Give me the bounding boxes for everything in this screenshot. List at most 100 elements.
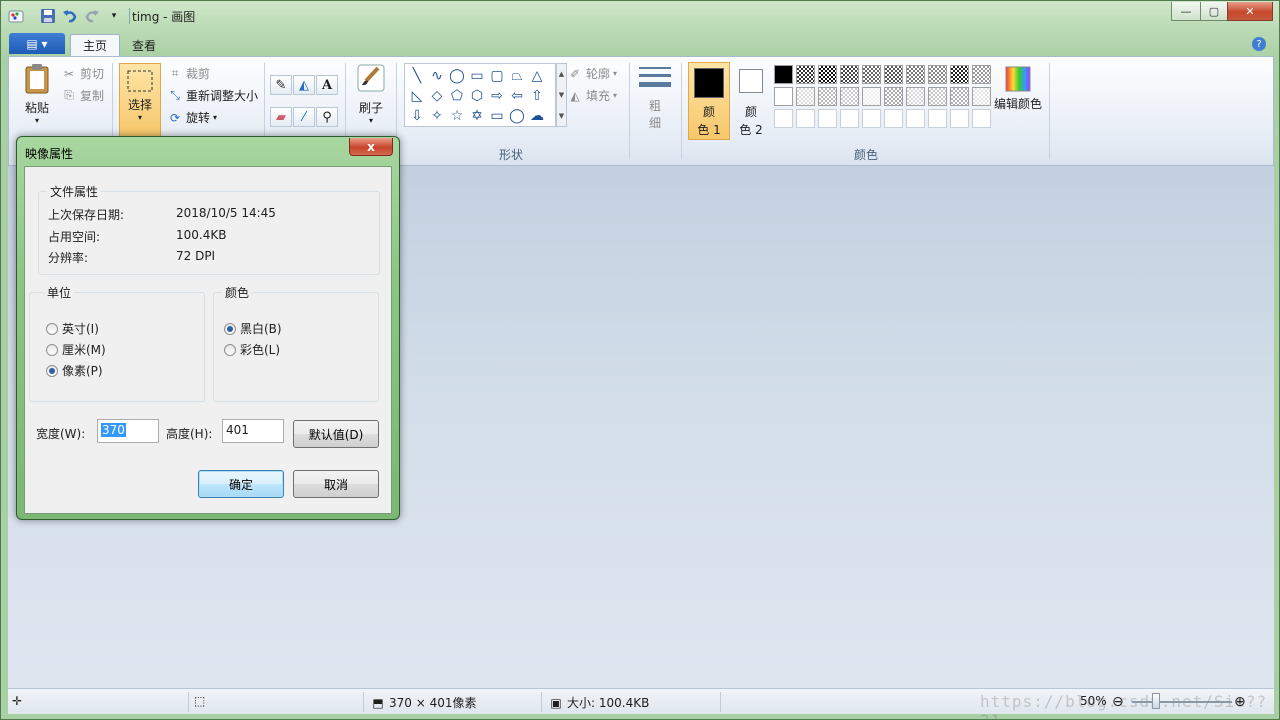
ok-button[interactable]: 确定 [198, 470, 284, 498]
palette-swatch[interactable] [818, 65, 837, 84]
palette-swatch[interactable] [972, 87, 991, 106]
zoom-in-icon[interactable]: ⊕ [1234, 694, 1246, 710]
paint-menu-button[interactable]: ▤ ▾ [9, 33, 65, 54]
palette-swatch[interactable] [818, 109, 837, 128]
resize-button[interactable]: ⤡ 重新调整大小 [167, 87, 258, 104]
palette-swatch[interactable] [906, 109, 925, 128]
unit-pixels-radio[interactable]: 像素(P) [46, 362, 103, 379]
scroll-up-icon[interactable]: ▲ [559, 70, 564, 78]
brushes-button[interactable]: 刷子 ▾ [353, 63, 389, 125]
palette-swatch[interactable] [796, 65, 815, 84]
fill-bucket-icon[interactable]: ◭ [293, 75, 315, 95]
palette-swatch[interactable] [884, 87, 903, 106]
zoom-out-icon[interactable]: ⊖ [1112, 694, 1124, 710]
magnifier-icon[interactable]: ⚲ [316, 107, 338, 127]
pencil-icon[interactable]: ✎ [270, 75, 292, 95]
palette-swatch[interactable] [928, 87, 947, 106]
palette-swatch[interactable] [840, 87, 859, 106]
palette-swatch[interactable] [818, 87, 837, 106]
palette-swatch[interactable] [972, 109, 991, 128]
expand-gallery-icon[interactable]: ▼ [559, 112, 564, 120]
palette-swatch[interactable] [862, 65, 881, 84]
oval-callout-shape-icon[interactable]: ◯ [507, 106, 527, 126]
zoom-slider-track[interactable] [1132, 701, 1232, 703]
palette-swatch[interactable] [796, 109, 815, 128]
paste-button[interactable]: 粘贴 ▾ [21, 63, 53, 125]
dialog-close-button[interactable]: x [349, 138, 393, 156]
line-shape-icon[interactable]: ╲ [407, 66, 427, 86]
palette-swatch[interactable] [906, 87, 925, 106]
unit-inches-radio[interactable]: 英寸(I) [46, 320, 99, 337]
zoom-slider-thumb[interactable] [1152, 693, 1160, 709]
color2-label-a[interactable]: 颜 [736, 103, 766, 120]
palette-swatch[interactable] [774, 109, 793, 128]
paint-app-icon[interactable] [7, 7, 25, 25]
save-icon[interactable] [39, 7, 57, 25]
right-arrow-shape-icon[interactable]: ⇨ [487, 86, 507, 106]
palette-swatch[interactable] [796, 87, 815, 106]
palette-swatch[interactable] [950, 65, 969, 84]
palette-swatch[interactable] [950, 109, 969, 128]
polygon-shape-icon[interactable]: ⏢ [507, 66, 527, 86]
palette-swatch[interactable] [840, 109, 859, 128]
palette-swatch[interactable] [884, 65, 903, 84]
outline-button[interactable]: ✐ 轮廓 ▾ [567, 65, 617, 82]
rectangle-shape-icon[interactable]: ▭ [467, 66, 487, 86]
color2-swatch[interactable] [739, 69, 763, 93]
right-triangle-shape-icon[interactable]: ◺ [407, 86, 427, 106]
color2-label-b[interactable]: 色 2 [736, 121, 766, 138]
cloud-callout-shape-icon[interactable]: ☁ [527, 106, 547, 126]
palette-swatch[interactable] [950, 87, 969, 106]
select-button[interactable]: 选择 ▾ [119, 63, 161, 137]
rect-callout-shape-icon[interactable]: ▭ [487, 106, 507, 126]
maximize-button[interactable]: ▢ [1200, 2, 1228, 21]
left-arrow-shape-icon[interactable]: ⇦ [507, 86, 527, 106]
unit-cm-radio[interactable]: 厘米(M) [46, 341, 106, 358]
rounded-rect-shape-icon[interactable]: ▢ [487, 66, 507, 86]
undo-icon[interactable] [61, 7, 79, 25]
color-picker-icon[interactable]: ⁄ [293, 107, 315, 127]
up-arrow-shape-icon[interactable]: ⇧ [527, 86, 547, 106]
six-point-star-shape-icon[interactable]: ✡ [467, 106, 487, 126]
tab-home[interactable]: 主页 [70, 34, 121, 56]
copy-button[interactable]: ⎘ 复制 [61, 87, 104, 104]
palette-swatch[interactable] [928, 109, 947, 128]
oval-shape-icon[interactable]: ◯ [447, 66, 467, 86]
palette-swatch[interactable] [884, 109, 903, 128]
down-arrow-shape-icon[interactable]: ⇩ [407, 106, 427, 126]
height-input[interactable]: 401 [222, 419, 284, 443]
color1-button[interactable]: 颜 色 1 [688, 62, 730, 140]
palette-swatch[interactable] [906, 65, 925, 84]
palette-swatch[interactable] [774, 65, 793, 84]
diamond-shape-icon[interactable]: ◇ [427, 86, 447, 106]
palette-swatch[interactable] [862, 87, 881, 106]
palette-swatch[interactable] [774, 87, 793, 106]
rotate-button[interactable]: ⟳ 旋转 ▾ [167, 109, 217, 126]
color-color-radio[interactable]: 彩色(L) [224, 341, 280, 358]
hexagon-shape-icon[interactable]: ⬡ [467, 86, 487, 106]
shapes-scrollbar[interactable]: ▲ ▼ ▼ [556, 63, 567, 127]
four-point-star-shape-icon[interactable]: ✧ [427, 106, 447, 126]
five-point-star-shape-icon[interactable]: ☆ [447, 106, 467, 126]
color-bw-radio[interactable]: 黑白(B) [224, 320, 282, 337]
redo-icon[interactable] [83, 7, 101, 25]
edit-colors-button[interactable]: 编辑颜色 [992, 65, 1044, 112]
curve-shape-icon[interactable]: ∿ [427, 66, 447, 86]
text-icon[interactable]: A [316, 75, 338, 95]
scroll-down-icon[interactable]: ▼ [559, 91, 564, 99]
triangle-shape-icon[interactable]: △ [527, 66, 547, 86]
palette-swatch[interactable] [972, 65, 991, 84]
width-input[interactable]: 370 [97, 419, 159, 443]
minimize-button[interactable]: — [1171, 2, 1201, 21]
customize-qa-chevron-icon[interactable]: ▾ [105, 7, 123, 25]
help-icon[interactable]: ? [1252, 37, 1266, 51]
palette-swatch[interactable] [862, 109, 881, 128]
fill-button[interactable]: ◭ 填充 ▾ [567, 87, 617, 104]
tab-view[interactable]: 查看 [120, 34, 168, 56]
default-button[interactable]: 默认值(D) [293, 420, 379, 448]
size-button[interactable]: 粗 细 [637, 65, 673, 131]
crop-button[interactable]: ⌗ 裁剪 [167, 65, 210, 82]
eraser-icon[interactable]: ▰ [270, 107, 292, 127]
cancel-button[interactable]: 取消 [293, 470, 379, 498]
palette-swatch[interactable] [840, 65, 859, 84]
